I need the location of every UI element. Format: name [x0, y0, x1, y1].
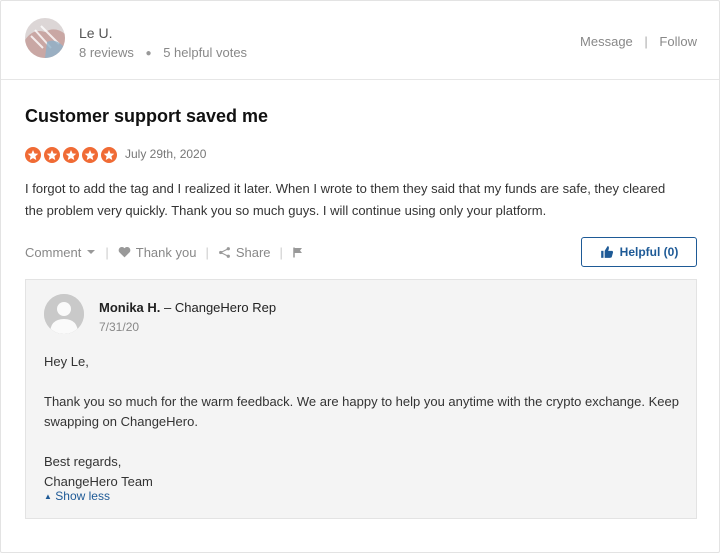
star-icon	[82, 147, 98, 163]
helpful-button[interactable]: Helpful (0)	[581, 237, 697, 267]
flag-button[interactable]	[292, 246, 304, 259]
star-icon	[44, 147, 60, 163]
message-link[interactable]: Message	[580, 34, 633, 49]
share-label: Share	[235, 244, 271, 260]
thank-you-button[interactable]: Thank you	[118, 244, 197, 260]
divider: |	[205, 244, 209, 260]
rep-name: Monika H.	[99, 300, 161, 315]
review-actions: Comment | Thank you | Share |	[25, 242, 304, 262]
reply-signoff: Best regards,	[44, 454, 122, 469]
share-button[interactable]: Share	[218, 245, 271, 260]
comment-label: Comment	[25, 244, 82, 260]
show-less-link[interactable]: ▲ Show less	[44, 489, 110, 503]
reply-text: Hey Le, Thank you so much for the warm f…	[44, 352, 684, 492]
rep-name-line: Monika H. – ChangeHero Rep	[99, 300, 276, 315]
header-actions: Message | Follow	[580, 34, 697, 49]
reply-greeting: Hey Le,	[44, 354, 89, 369]
review-title: Customer support saved me	[25, 106, 269, 126]
review-card: Le U. 8 reviews ● 5 helpful votes Messag…	[0, 0, 720, 553]
thumbs-up-icon	[600, 246, 613, 258]
chevron-down-icon	[87, 250, 96, 254]
company-reply: Monika H. – ChangeHero Rep 7/31/20 Hey L…	[25, 279, 697, 519]
share-icon	[218, 246, 230, 258]
caret-up-icon: ▲	[44, 492, 52, 501]
rep-avatar	[44, 294, 84, 334]
star-rating	[25, 147, 117, 163]
heart-icon	[118, 246, 131, 258]
star-icon	[63, 147, 79, 163]
helpful-votes-count: 5 helpful votes	[163, 45, 248, 60]
star-icon	[25, 147, 41, 163]
divider: |	[644, 34, 648, 49]
reviewer-header: Le U. 8 reviews ● 5 helpful votes Messag…	[1, 1, 719, 80]
reviewer-stats: 8 reviews ● 5 helpful votes	[79, 45, 247, 60]
review-body: I forgot to add the tag and I realized i…	[25, 181, 666, 218]
divider: |	[105, 244, 109, 260]
flag-icon	[293, 247, 302, 257]
reviewer-avatar[interactable]	[25, 18, 65, 58]
show-less-label: Show less	[55, 489, 110, 503]
follow-link[interactable]: Follow	[659, 34, 697, 49]
helpful-label: Helpful (0)	[619, 245, 679, 259]
comment-button[interactable]: Comment	[25, 245, 96, 260]
review-count: 8 reviews	[79, 45, 134, 60]
review-date: July 29th, 2020	[125, 147, 207, 161]
divider: |	[279, 244, 283, 260]
separator-dot: ●	[145, 48, 152, 59]
reviewer-name[interactable]: Le U.	[79, 25, 112, 41]
rep-role: – ChangeHero Rep	[164, 300, 277, 315]
reply-signature: ChangeHero Team	[44, 474, 153, 489]
star-icon	[101, 147, 117, 163]
thank-you-label: Thank you	[135, 244, 197, 260]
reply-message: Thank you so much for the warm feedback.…	[44, 394, 679, 429]
reply-date: 7/31/20	[99, 320, 140, 334]
